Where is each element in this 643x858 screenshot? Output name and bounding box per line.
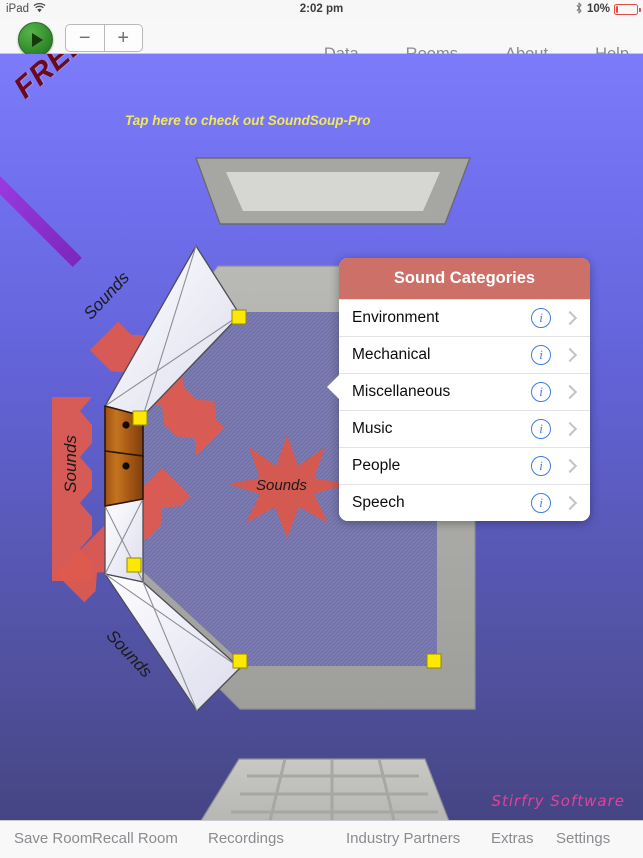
floor-tiles-shape [200, 758, 450, 820]
door-panel-lower [104, 450, 144, 507]
app-window: iPad 2:02 pm 10% − + Sounds Sounds Sound… [0, 0, 643, 858]
chevron-right-icon [562, 347, 578, 363]
bluetooth-icon [575, 1, 583, 17]
zoom-stepper[interactable]: − + [65, 24, 143, 52]
stepper-plus-button[interactable]: + [105, 25, 143, 51]
battery-icon [614, 3, 641, 15]
ceiling-shape [195, 157, 472, 225]
info-icon[interactable]: i [531, 419, 551, 439]
sound-categories-popover: Sound Categories Environment i Mechanica… [327, 258, 590, 521]
chevron-right-icon [562, 384, 578, 400]
category-label: Environment [352, 309, 440, 326]
room-canvas[interactable]: Sounds Sounds Sounds Sounds FREE Tap her… [0, 54, 643, 820]
info-icon[interactable]: i [531, 493, 551, 513]
category-label: Music [352, 420, 393, 437]
bottom-item-settings[interactable]: Settings [556, 830, 610, 847]
clock-time: 2:02 pm [299, 3, 344, 15]
popover-title: Sound Categories [339, 258, 590, 299]
info-icon[interactable]: i [531, 456, 551, 476]
info-icon[interactable]: i [531, 382, 551, 402]
category-row-environment[interactable]: Environment i [339, 299, 590, 336]
stepper-minus-button[interactable]: − [66, 25, 104, 51]
chevron-right-icon [562, 421, 578, 437]
info-icon[interactable]: i [531, 308, 551, 328]
battery-percent: 10% [586, 3, 610, 15]
category-row-people[interactable]: People i [339, 447, 590, 484]
category-row-speech[interactable]: Speech i [339, 484, 590, 521]
bottom-toolbar: Save Room Recall Room Recordings Industr… [0, 820, 643, 858]
status-bar-clock: 2:02 pm [0, 0, 643, 18]
bottom-item-industry-partners[interactable]: Industry Partners [346, 830, 460, 847]
bottom-item-recordings[interactable]: Recordings [208, 830, 284, 847]
status-bar-right: 10% [575, 0, 641, 18]
category-label: People [352, 457, 401, 474]
category-label: Miscellaneous [352, 383, 451, 400]
top-toolbar: − + Data Rooms About Help [0, 18, 643, 63]
category-label: Mechanical [352, 346, 431, 363]
bottom-item-recall-room[interactable]: Recall Room [92, 830, 178, 847]
chevron-right-icon [562, 495, 578, 511]
status-bar: iPad 2:02 pm 10% [0, 0, 643, 18]
marker [132, 410, 148, 426]
category-label: Speech [352, 494, 405, 511]
category-row-miscellaneous[interactable]: Miscellaneous i [339, 373, 590, 410]
marker [426, 653, 442, 669]
promo-link[interactable]: Tap here to check out SoundSoup-Pro [125, 113, 371, 128]
marker [231, 309, 247, 325]
play-button[interactable] [18, 22, 53, 57]
category-row-music[interactable]: Music i [339, 410, 590, 447]
info-icon[interactable]: i [531, 345, 551, 365]
play-icon [32, 32, 43, 47]
marker [126, 557, 142, 573]
popover-arrow-icon [327, 374, 340, 400]
marker [232, 653, 248, 669]
bottom-item-extras[interactable]: Extras [491, 830, 534, 847]
chevron-right-icon [562, 458, 578, 474]
bottom-item-save-room[interactable]: Save Room [14, 830, 92, 847]
chevron-right-icon [562, 310, 578, 326]
category-row-mechanical[interactable]: Mechanical i [339, 336, 590, 373]
